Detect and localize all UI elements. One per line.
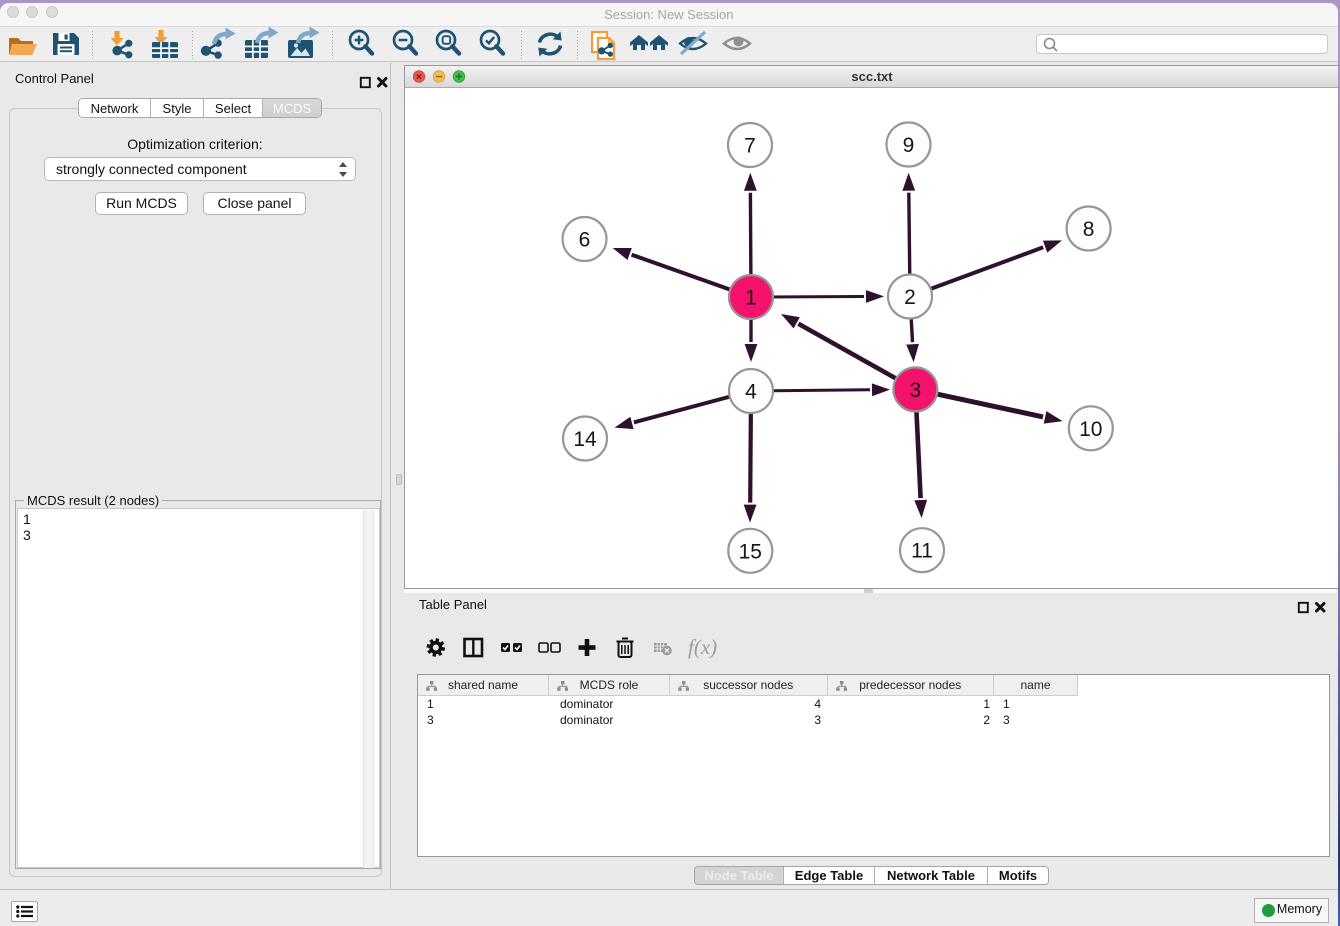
svg-text:2: 2 <box>904 286 916 309</box>
svg-text:11: 11 <box>911 539 933 562</box>
svg-text:6: 6 <box>579 228 591 251</box>
svg-text:10: 10 <box>1079 417 1102 440</box>
svg-text:7: 7 <box>744 134 756 157</box>
svg-text:f(x): f(x) <box>688 635 717 659</box>
svg-text:1: 1 <box>745 286 757 309</box>
svg-text:4: 4 <box>745 380 757 403</box>
svg-text:15: 15 <box>739 540 762 563</box>
svg-text:14: 14 <box>573 428 597 451</box>
svg-text:3: 3 <box>910 378 922 401</box>
svg-text:9: 9 <box>903 134 915 157</box>
svg-text:8: 8 <box>1083 218 1095 241</box>
